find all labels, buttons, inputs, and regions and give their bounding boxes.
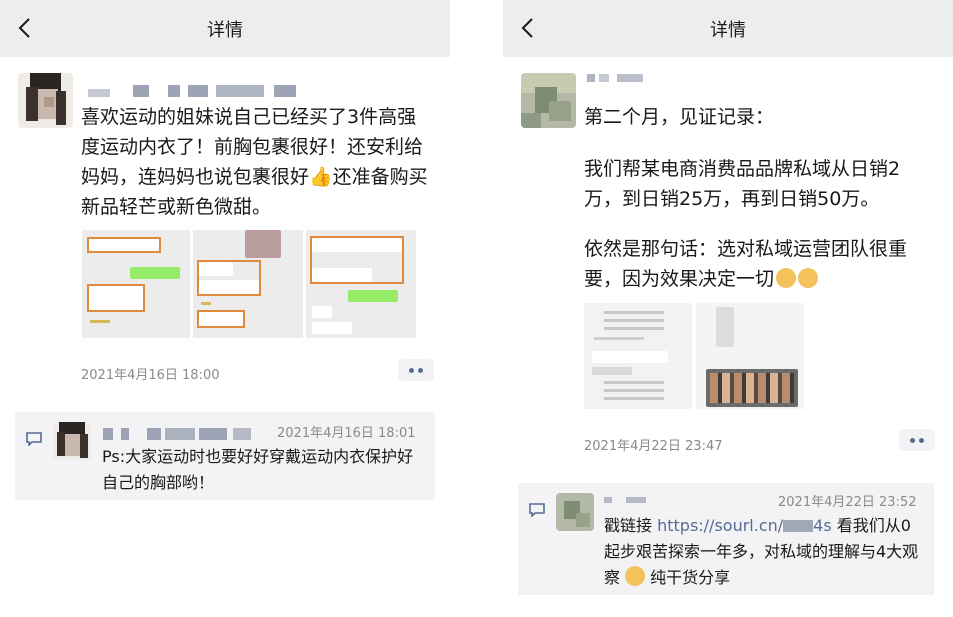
- author-avatar[interactable]: [521, 73, 576, 128]
- comment-icon: [529, 503, 545, 517]
- commenter-name-redacted: [103, 428, 263, 442]
- comment-section: 2021年4月22日 23:52 戳链接 https://sourl.cn/4s…: [518, 483, 934, 595]
- post-paragraph-2: 我们帮某电商消费品品牌私域从日销2万，到日销25万，再到日销50万。: [584, 158, 901, 210]
- more-actions-button[interactable]: [899, 429, 935, 451]
- author-name-redacted: [587, 74, 657, 88]
- comment-section: 2021年4月16日 18:01 Ps:大家运动时也要好好穿戴运动内衣保护好自己…: [15, 412, 435, 500]
- post-timestamp: 2021年4月16日 18:00: [81, 368, 220, 383]
- page-title: 详情: [710, 20, 746, 41]
- commenter-avatar[interactable]: [53, 422, 91, 460]
- left-detail-page: 详情 喜欢运动的姐妹说自己已经买了3件高强度运动内衣了！前胸包裹很好！还安利给妈…: [0, 0, 450, 617]
- comment-timestamp: 2021年4月16日 18:01: [277, 426, 416, 441]
- comment-link[interactable]: https://sourl.cn/4s: [657, 516, 832, 535]
- cat-emoji-icon: [776, 268, 797, 288]
- author-avatar[interactable]: [18, 73, 73, 128]
- post-image-2[interactable]: [193, 230, 303, 338]
- post-image-3[interactable]: [306, 230, 416, 338]
- page-title: 详情: [207, 20, 243, 41]
- cat-emoji-icon: [798, 268, 819, 288]
- post-text: 喜欢运动的姐妹说自己已经买了3件高强度运动内衣了！前胸包裹很好！还安利给妈妈，连…: [81, 106, 428, 218]
- comment-icon: [26, 432, 42, 446]
- more-actions-button[interactable]: [398, 359, 434, 381]
- post-paragraph-3: 依然是那句话：选对私域运营团队很重要，因为效果决定一切: [584, 238, 908, 290]
- author-name-redacted: [88, 85, 298, 99]
- comment-timestamp: 2021年4月22日 23:52: [778, 495, 917, 510]
- post-image-1[interactable]: [82, 230, 190, 338]
- sweat-smile-emoji-icon: [625, 566, 646, 586]
- nav-bar: 详情: [0, 0, 450, 57]
- comment-text: Ps:大家运动时也要好好穿戴运动内衣保护好自己的胸部哟！: [102, 447, 414, 492]
- post-image-2[interactable]: [696, 303, 804, 409]
- post-timestamp: 2021年4月22日 23:47: [584, 439, 723, 454]
- right-detail-page: 详情 第二个月，见证记录： 我们帮某电商消费品品牌私域从日销2万，到日销25万，…: [503, 0, 953, 617]
- commenter-avatar[interactable]: [556, 493, 594, 531]
- post-image-1[interactable]: [584, 303, 692, 409]
- comment-text: 戳链接 https://sourl.cn/4s 看我们从0起步艰苦探索一年多，对…: [604, 516, 919, 587]
- panel-divider: [450, 0, 503, 617]
- link-redaction: [783, 520, 814, 532]
- nav-bar: 详情: [503, 0, 953, 57]
- post-paragraph-1: 第二个月，见证记录：: [584, 106, 775, 128]
- commenter-name-redacted: [604, 497, 664, 511]
